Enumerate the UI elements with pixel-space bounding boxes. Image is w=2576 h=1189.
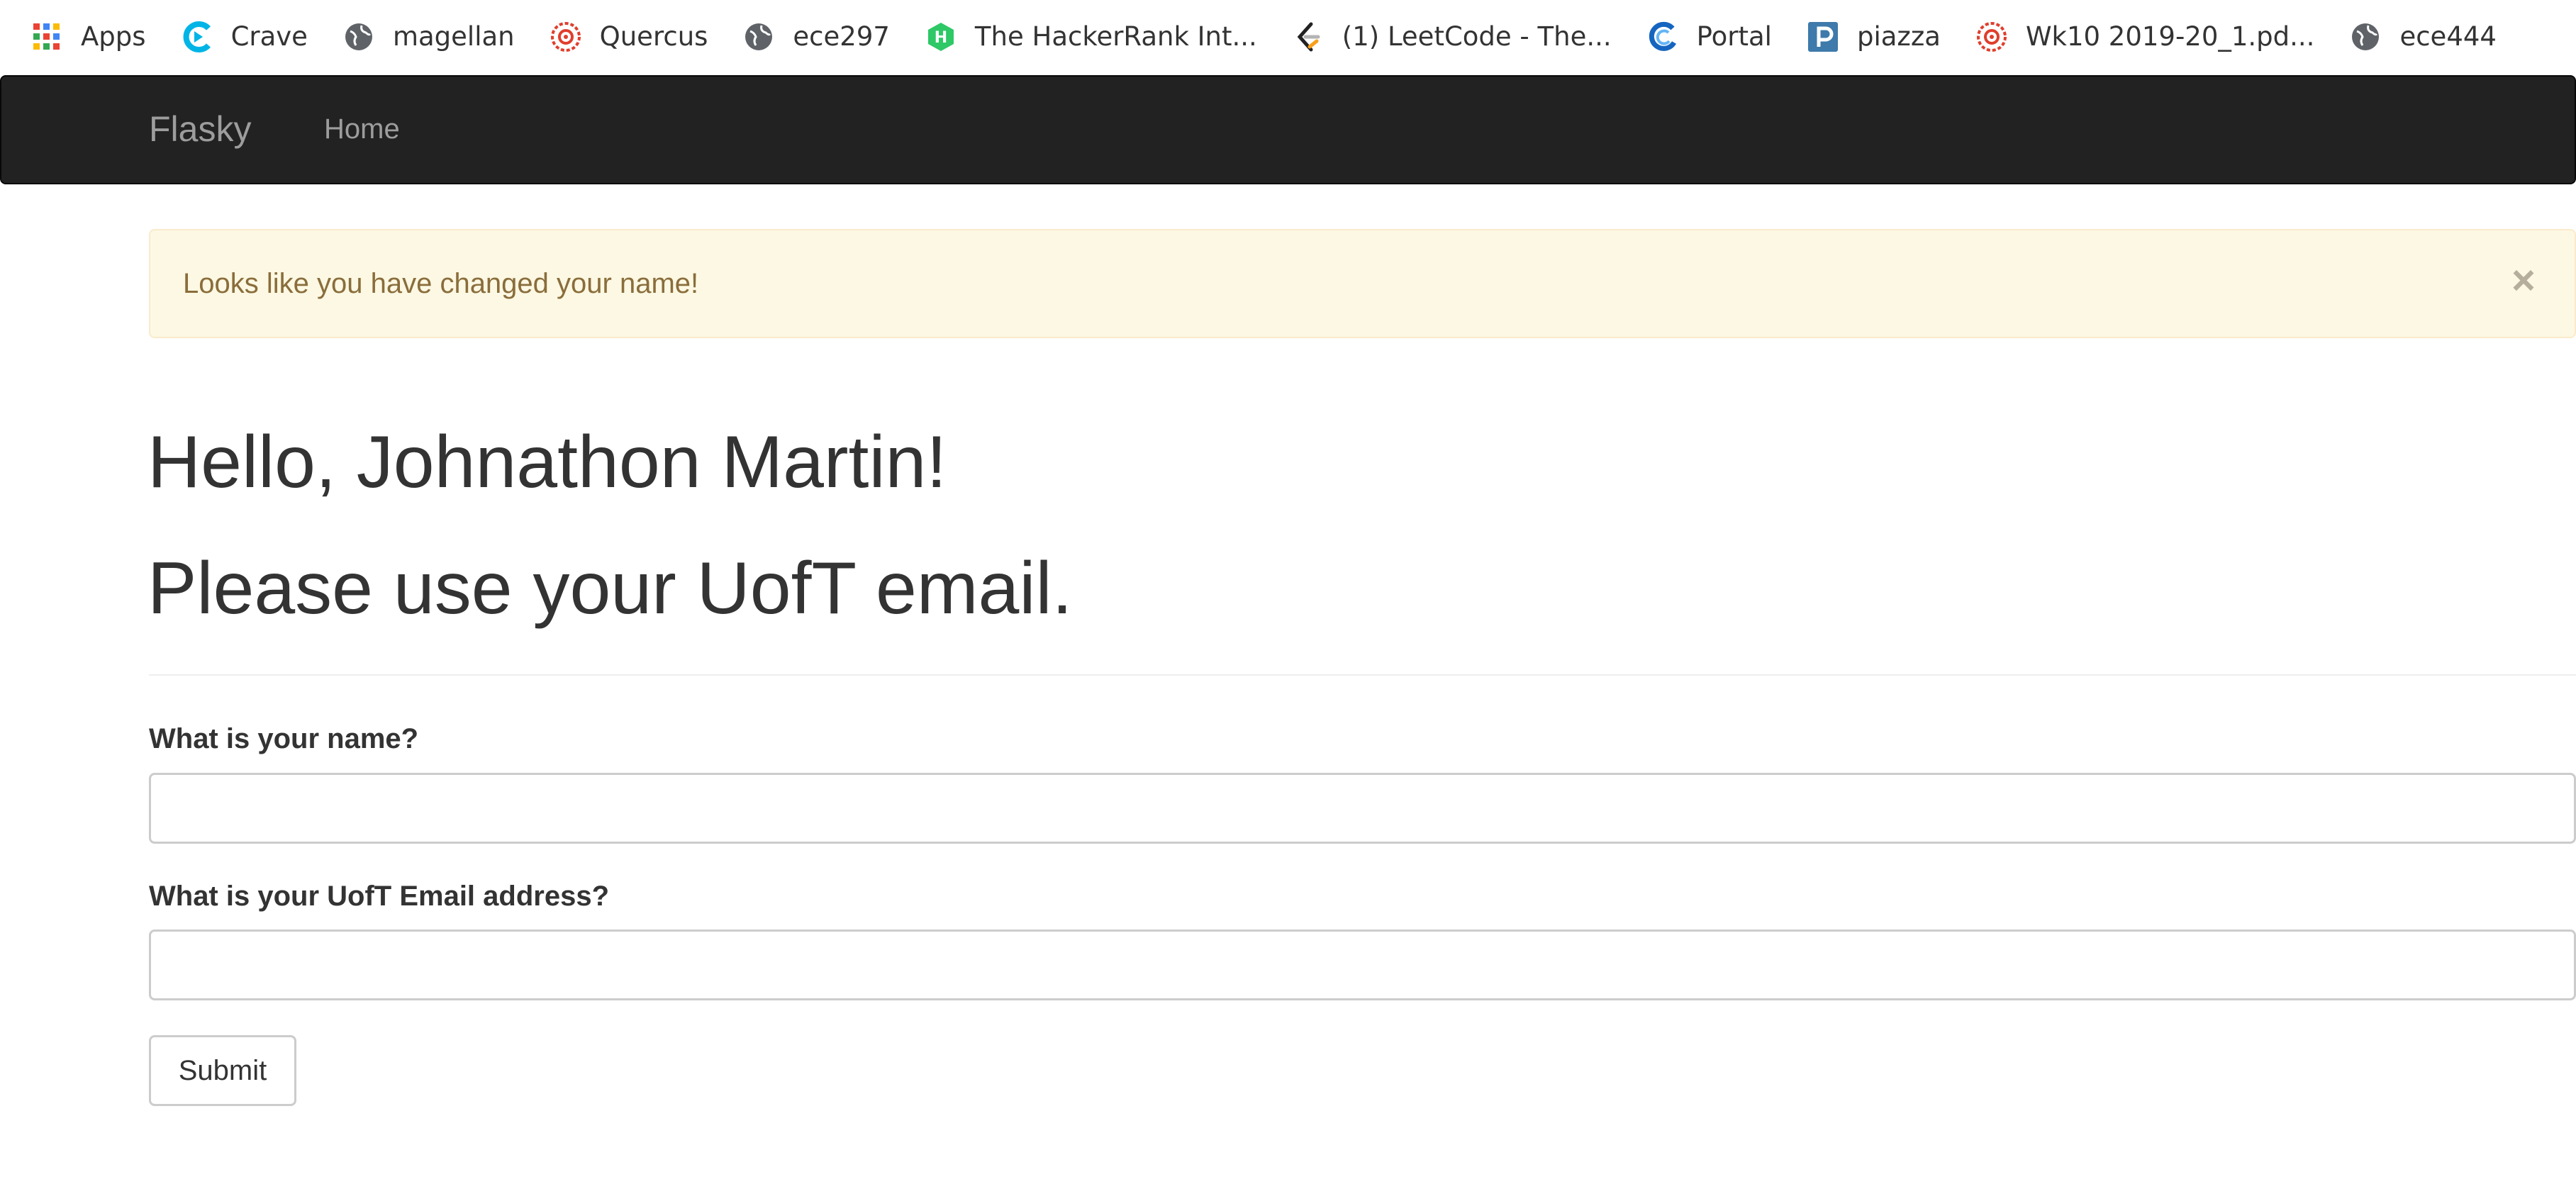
bookmark-leetcode[interactable]: (1) LeetCode - The...	[1293, 21, 1612, 52]
bookmark-label: magellan	[392, 21, 515, 52]
bookmark-label: Apps	[81, 21, 146, 52]
bookmark-ece444[interactable]: ece444	[2350, 21, 2497, 52]
bookmarks-bar: Apps Crave magellan Quercus ece297 H The…	[0, 0, 2576, 73]
bookmark-magellan[interactable]: magellan	[343, 21, 515, 52]
globe-icon	[343, 21, 374, 52]
greeting-heading: Hello, Johnathon Martin!	[147, 421, 947, 503]
notice-heading: Please use your UofT email.	[147, 547, 1073, 630]
nav-link-home[interactable]: Home	[324, 113, 400, 145]
bookmark-label: (1) LeetCode - The...	[1342, 21, 1612, 52]
quercus-icon	[550, 21, 581, 52]
bookmark-label: Portal	[1696, 21, 1772, 52]
bookmark-apps[interactable]: Apps	[31, 21, 146, 52]
name-label: What is your name?	[149, 723, 419, 754]
divider	[149, 674, 2576, 676]
bookmark-portal[interactable]: Portal	[1647, 21, 1772, 52]
bookmark-wk10[interactable]: Wk10 2019-20_1.pd...	[1976, 21, 2315, 52]
bookmark-label: The HackerRank Int...	[974, 21, 1257, 52]
bookmark-label: piazza	[1856, 21, 1941, 52]
email-input[interactable]	[149, 930, 2576, 1000]
globe-icon	[743, 21, 774, 52]
alert-message: Looks like you have changed your name!	[183, 268, 699, 299]
bookmark-label: Wk10 2019-20_1.pd...	[2025, 21, 2315, 52]
submit-button[interactable]: Submit	[149, 1035, 296, 1106]
bookmark-label: Crave	[230, 21, 308, 52]
hackerrank-icon: H	[925, 21, 957, 52]
leetcode-icon	[1293, 21, 1324, 52]
bookmark-label: ece444	[2399, 21, 2497, 52]
navbar: Flasky Home	[0, 75, 2576, 184]
apps-grid-icon	[31, 21, 62, 52]
piazza-icon	[1807, 21, 1839, 52]
svg-text:H: H	[935, 29, 947, 47]
portal-icon	[1647, 21, 1678, 52]
warning-alert: Looks like you have changed your name! ×	[149, 229, 2576, 338]
quercus-icon	[1976, 21, 2007, 52]
crave-icon	[182, 21, 213, 52]
bookmark-ece297[interactable]: ece297	[743, 21, 890, 52]
close-icon[interactable]: ×	[2511, 260, 2536, 301]
bookmark-quercus[interactable]: Quercus	[550, 21, 708, 52]
bookmark-label: ece297	[793, 21, 890, 52]
email-label: What is your UofT Email address?	[149, 881, 610, 912]
bookmark-crave[interactable]: Crave	[182, 21, 308, 52]
bookmark-label: Quercus	[599, 21, 708, 52]
globe-icon	[2350, 21, 2381, 52]
name-input[interactable]	[149, 773, 2576, 844]
bookmark-hackerrank[interactable]: H The HackerRank Int...	[925, 21, 1257, 52]
bookmark-piazza[interactable]: piazza	[1807, 21, 1941, 52]
navbar-brand[interactable]: Flasky	[149, 108, 251, 150]
